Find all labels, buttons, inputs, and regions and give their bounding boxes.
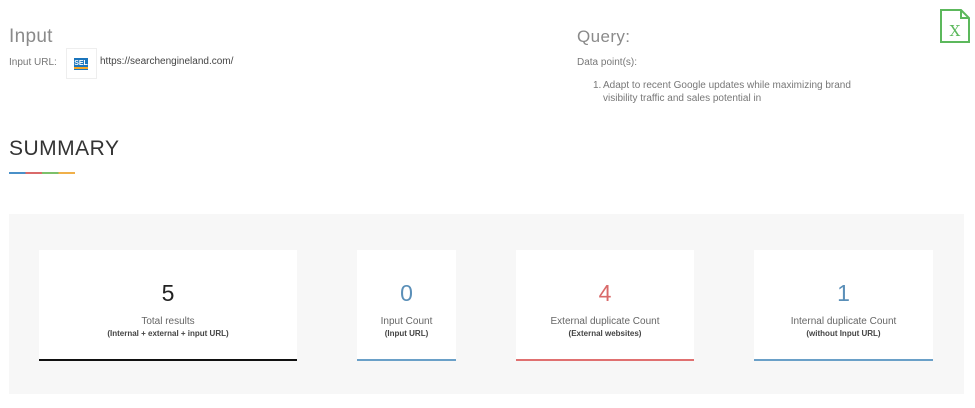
excel-file-icon: X: [940, 9, 970, 43]
sel-logo-stripe: [74, 67, 88, 69]
site-favicon: SEL: [66, 48, 97, 79]
external-duplicate-sub: (External websites): [568, 329, 642, 338]
internal-duplicate-sub: (without Input URL): [806, 329, 881, 338]
total-results-label: Total results: [141, 316, 195, 327]
total-results-card: 5 Total results (Internal + external + i…: [39, 250, 297, 361]
internal-duplicate-label: Internal duplicate Count: [790, 316, 897, 327]
internal-duplicate-value: 1: [837, 280, 850, 306]
query-section-title: Query:: [577, 27, 631, 46]
external-duplicate-label: External duplicate Count: [550, 316, 660, 327]
excel-export-button[interactable]: X: [939, 9, 971, 43]
internal-duplicate-card: 1 Internal duplicate Count (without Inpu…: [754, 250, 933, 361]
input-count-value: 0: [400, 280, 413, 306]
total-results-sub: (Internal + external + input URL): [107, 329, 229, 338]
list-item-text: Adapt to recent Google updates while max…: [603, 80, 851, 104]
list-item-number: 1.: [593, 80, 602, 91]
external-duplicate-card: 4 External duplicate Count (External web…: [516, 250, 694, 361]
summary-title: SUMMARY: [9, 137, 120, 160]
input-url-label: Input URL:: [9, 57, 57, 68]
input-url-value[interactable]: https://searchengineland.com/: [100, 56, 233, 67]
total-results-value: 5: [161, 280, 175, 306]
external-duplicate-value: 4: [598, 280, 612, 306]
input-count-label: Input Count: [380, 316, 433, 327]
input-section-title: Input: [9, 26, 53, 47]
excel-letter: X: [950, 22, 961, 40]
summary-underline: [9, 172, 75, 174]
input-count-sub: (Input URL): [384, 329, 429, 338]
data-points-label: Data point(s):: [577, 57, 638, 68]
input-count-card: 0 Input Count (Input URL): [357, 250, 456, 361]
